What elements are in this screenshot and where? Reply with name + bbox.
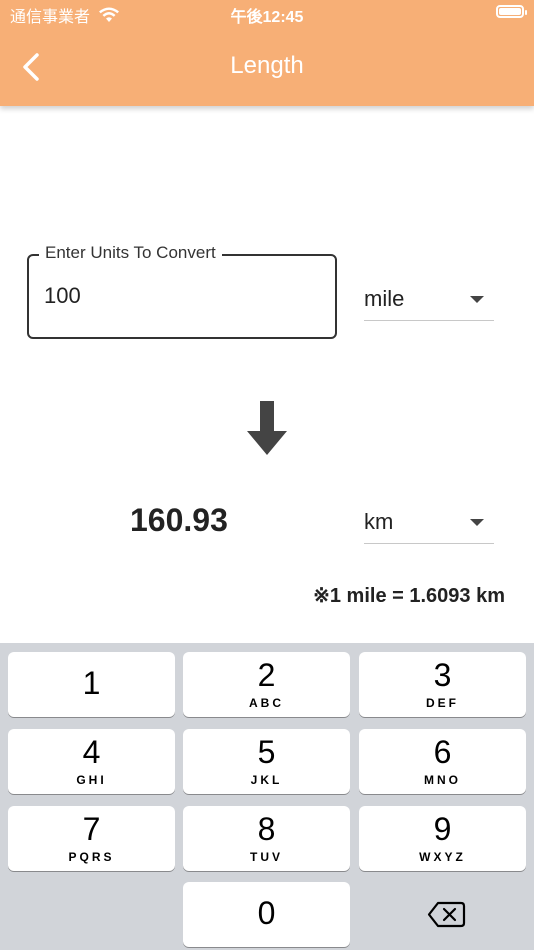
key-letters: TUV — [250, 850, 283, 864]
from-unit-select[interactable]: mile — [364, 282, 494, 321]
key-digit: 6 — [433, 734, 452, 770]
status-time: 午後12:45 — [230, 9, 304, 26]
key-letters: GHI — [76, 773, 107, 787]
to-unit-select[interactable]: km — [364, 505, 494, 544]
key-digit: 7 — [82, 811, 101, 847]
battery-icon — [496, 5, 527, 18]
key-letters: MNO — [424, 773, 461, 787]
status-bar: 通信事業者 午後12:45 — [0, 0, 534, 26]
key-2[interactable]: 2 ABC — [183, 652, 350, 717]
key-letters: DEF — [426, 696, 459, 710]
key-7[interactable]: 7 PQRS — [8, 806, 175, 871]
key-4[interactable]: 4 GHI — [8, 729, 175, 794]
key-digit: 4 — [82, 734, 101, 770]
to-unit-value: km — [364, 509, 394, 534]
key-digit: 8 — [257, 811, 276, 847]
key-9[interactable]: 9 WXYZ — [359, 806, 526, 871]
from-unit-value: mile — [364, 286, 405, 311]
key-letters: JKL — [250, 773, 283, 787]
key-0[interactable]: 0 — [183, 882, 350, 947]
key-digit: 1 — [82, 665, 101, 701]
delete-key[interactable] — [359, 882, 526, 947]
page-title: Length — [230, 52, 304, 79]
key-letters: ABC — [249, 696, 284, 710]
result-value: 160.93 — [130, 502, 228, 538]
caret-down-icon — [470, 296, 484, 303]
key-1[interactable]: 1 — [8, 652, 175, 717]
backspace-icon — [427, 901, 466, 928]
key-6[interactable]: 6 MNO — [359, 729, 526, 794]
caret-down-icon — [470, 519, 484, 526]
arrow-down-icon — [247, 401, 287, 455]
app-bar: 通信事業者 午後12:45 Length — [0, 0, 534, 106]
key-digit: 9 — [433, 811, 452, 847]
key-letters: WXYZ — [419, 850, 466, 864]
key-3[interactable]: 3 DEF — [359, 652, 526, 717]
units-input-label: Enter Units To Convert — [39, 243, 222, 263]
key-5[interactable]: 5 JKL — [183, 729, 350, 794]
units-input[interactable] — [44, 283, 304, 309]
key-digit: 5 — [257, 734, 276, 770]
key-8[interactable]: 8 TUV — [183, 806, 350, 871]
conversion-note: ※1 mile = 1.6093 km — [313, 585, 505, 607]
key-digit: 2 — [257, 657, 276, 693]
key-letters: PQRS — [68, 850, 115, 864]
key-digit: 3 — [433, 657, 452, 693]
key-digit: 0 — [257, 895, 276, 931]
